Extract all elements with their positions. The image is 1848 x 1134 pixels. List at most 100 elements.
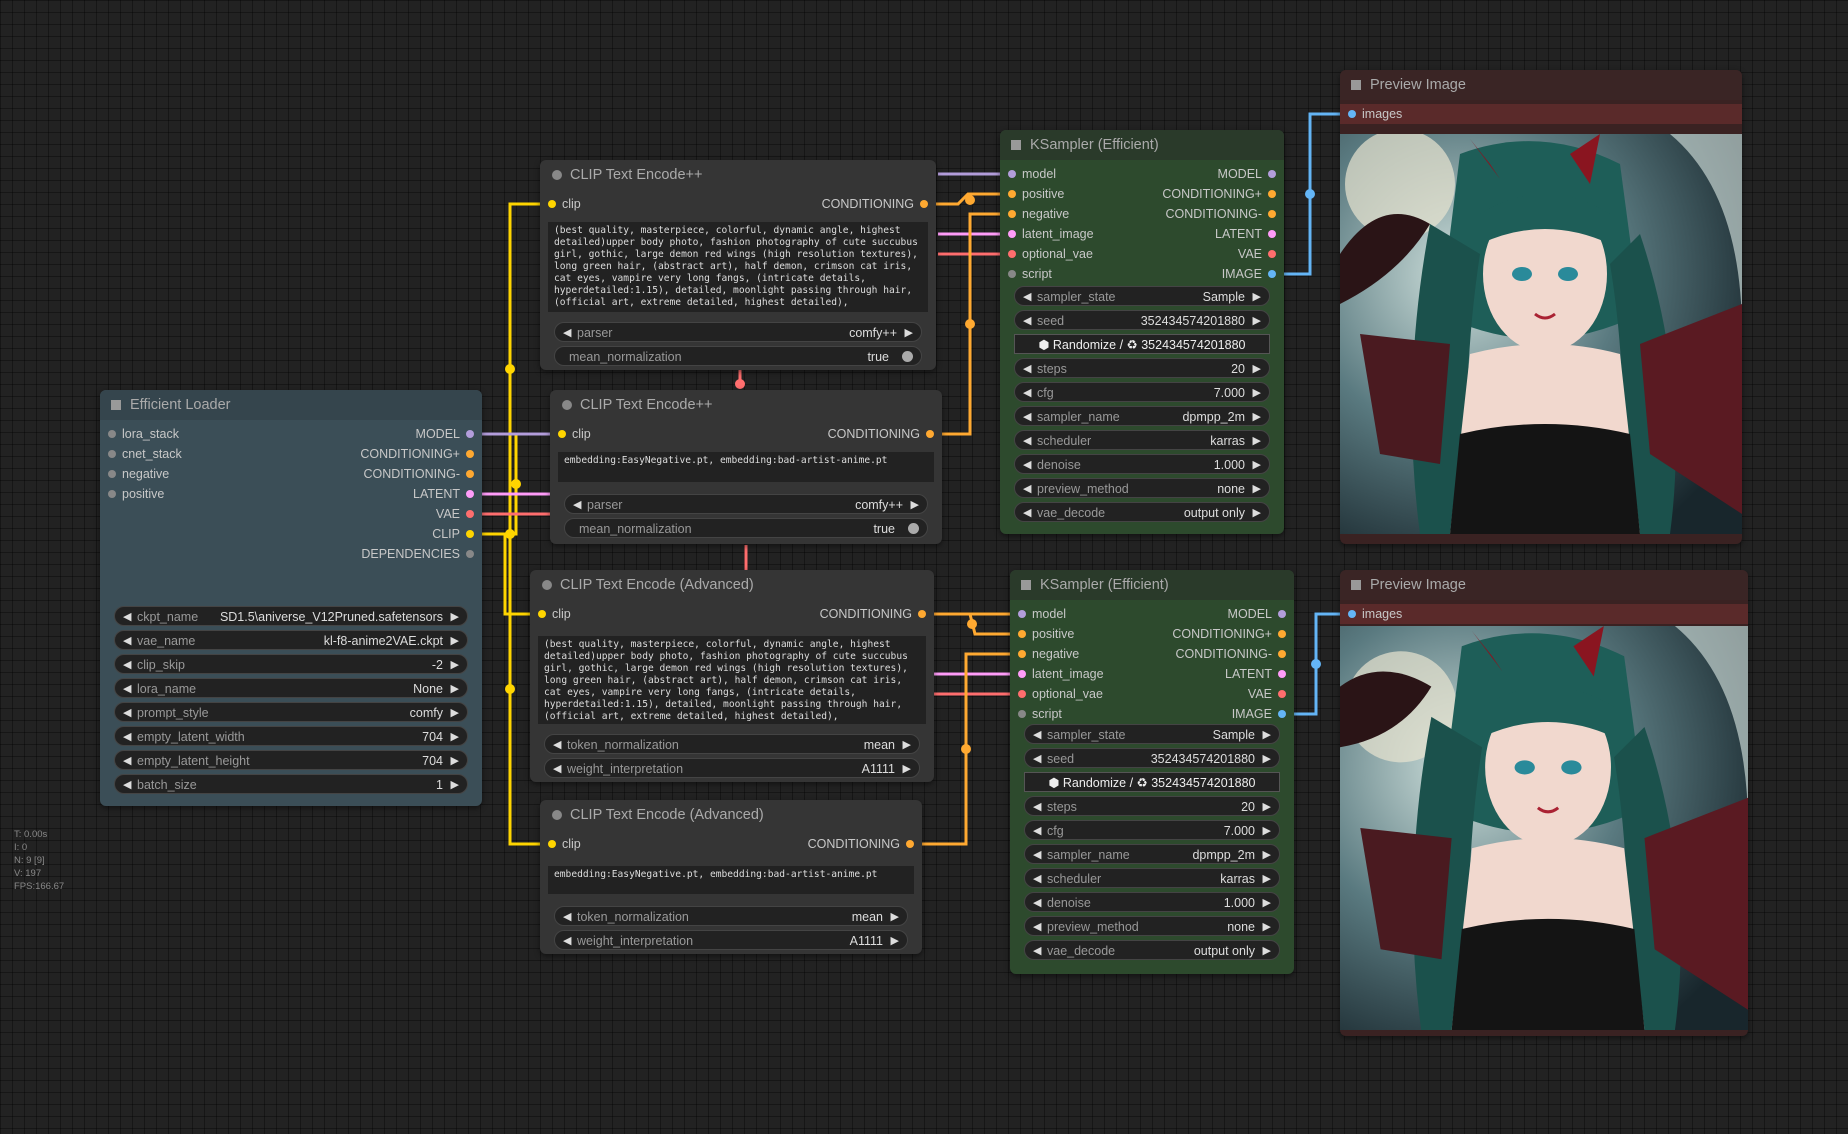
input-script[interactable]: script <box>1010 704 1062 724</box>
arrow-left-icon[interactable]: ◀ <box>1023 455 1031 475</box>
arrow-right-icon[interactable]: ▶ <box>1263 749 1271 769</box>
toggle-mean-normalization[interactable]: mean_normalization true <box>554 346 922 366</box>
widget-cfg[interactable]: ◀ cfg 7.000 ▶ <box>1014 382 1270 402</box>
output-image[interactable]: IMAGE <box>1222 264 1284 284</box>
slot-dot-icon[interactable] <box>548 200 556 208</box>
node-title-bar[interactable]: Efficient Loader <box>100 390 482 420</box>
widget-weight-interpretation[interactable]: ◀ weight_interpretation A1111 ▶ <box>544 758 920 778</box>
output-conditioning-minus[interactable]: CONDITIONING- <box>1175 644 1294 664</box>
arrow-left-icon[interactable]: ◀ <box>1033 941 1041 961</box>
arrow-right-icon[interactable]: ▶ <box>905 323 913 343</box>
node-title-bar[interactable]: CLIP Text Encode (Advanced) <box>530 570 934 600</box>
clip-text-encode-pp-node-positive[interactable]: CLIP Text Encode++ clip CONDITIONING (be… <box>540 160 936 370</box>
arrow-left-icon[interactable]: ◀ <box>1033 917 1041 937</box>
slot-dot-icon[interactable] <box>466 470 474 478</box>
arrow-left-icon[interactable]: ◀ <box>1023 479 1031 499</box>
arrow-right-icon[interactable]: ▶ <box>903 735 911 755</box>
node-title-bar[interactable]: Preview Image <box>1340 70 1742 100</box>
widget-seed[interactable]: ◀ seed 352434574201880 ▶ <box>1024 748 1280 768</box>
node-title-bar[interactable]: CLIP Text Encode++ <box>540 160 936 190</box>
output-latent[interactable]: LATENT <box>1225 664 1294 684</box>
slot-dot-icon[interactable] <box>920 200 928 208</box>
widget-sampler-name[interactable]: ◀ sampler_name dpmpp_2m ▶ <box>1014 406 1270 426</box>
preview-image-node-1[interactable]: Preview Image images <box>1340 70 1742 544</box>
arrow-right-icon[interactable]: ▶ <box>1253 407 1261 427</box>
widget-vae-name[interactable]: ◀ vae_name kl-f8-anime2VAE.ckpt ▶ <box>114 630 468 650</box>
slot-dot-icon[interactable] <box>1278 690 1286 698</box>
output-model[interactable]: MODEL <box>416 424 482 444</box>
output-conditioning[interactable]: CONDITIONING <box>822 194 936 214</box>
slot-dot-icon[interactable] <box>466 430 474 438</box>
slot-dot-icon[interactable] <box>1268 170 1276 178</box>
widget-parser[interactable]: ◀ parser comfy++ ▶ <box>554 322 922 342</box>
arrow-left-icon[interactable]: ◀ <box>553 759 561 779</box>
input-clip[interactable]: clip <box>530 604 571 624</box>
arrow-right-icon[interactable]: ▶ <box>451 775 459 795</box>
arrow-left-icon[interactable]: ◀ <box>563 907 571 927</box>
arrow-left-icon[interactable]: ◀ <box>123 631 131 651</box>
toggle-knob-icon[interactable] <box>902 351 913 362</box>
slot-dot-icon[interactable] <box>1008 230 1016 238</box>
collapse-icon[interactable] <box>552 810 562 820</box>
input-model[interactable]: model <box>1000 164 1056 184</box>
ksampler-efficient-node-1[interactable]: KSampler (Efficient) model positive nega… <box>1000 130 1284 534</box>
arrow-left-icon[interactable]: ◀ <box>123 703 131 723</box>
slot-dot-icon[interactable] <box>1008 170 1016 178</box>
widget-denoise[interactable]: ◀ denoise 1.000 ▶ <box>1024 892 1280 912</box>
arrow-right-icon[interactable]: ▶ <box>1253 287 1261 307</box>
arrow-right-icon[interactable]: ▶ <box>891 931 899 951</box>
arrow-left-icon[interactable]: ◀ <box>1033 893 1041 913</box>
prompt-textarea[interactable]: (best quality, masterpiece, colorful, dy… <box>548 222 928 312</box>
widget-cfg[interactable]: ◀ cfg 7.000 ▶ <box>1024 820 1280 840</box>
input-clip[interactable]: clip <box>540 194 581 214</box>
arrow-left-icon[interactable]: ◀ <box>563 931 571 951</box>
preview-image[interactable] <box>1340 626 1748 1030</box>
slot-dot-icon[interactable] <box>1278 710 1286 718</box>
output-model[interactable]: MODEL <box>1218 164 1284 184</box>
widget-steps[interactable]: ◀ steps 20 ▶ <box>1024 796 1280 816</box>
output-clip[interactable]: CLIP <box>432 524 482 544</box>
arrow-left-icon[interactable]: ◀ <box>123 655 131 675</box>
widget-preview-method[interactable]: ◀ preview_method none ▶ <box>1014 478 1270 498</box>
input-lora-stack[interactable]: lora_stack <box>100 424 179 444</box>
slot-dot-icon[interactable] <box>466 450 474 458</box>
arrow-right-icon[interactable]: ▶ <box>451 703 459 723</box>
widget-vae-decode[interactable]: ◀ vae_decode output only ▶ <box>1024 940 1280 960</box>
slot-dot-icon[interactable] <box>466 530 474 538</box>
arrow-right-icon[interactable]: ▶ <box>1263 845 1271 865</box>
input-optional-vae[interactable]: optional_vae <box>1010 684 1103 704</box>
widget-scheduler[interactable]: ◀ scheduler karras ▶ <box>1024 868 1280 888</box>
arrow-right-icon[interactable]: ▶ <box>903 759 911 779</box>
prompt-textarea[interactable]: embedding:EasyNegative.pt, embedding:bad… <box>548 866 914 894</box>
input-clip[interactable]: clip <box>550 424 591 444</box>
arrow-left-icon[interactable]: ◀ <box>123 727 131 747</box>
arrow-right-icon[interactable]: ▶ <box>1263 797 1271 817</box>
input-latent-image[interactable]: latent_image <box>1000 224 1094 244</box>
slot-dot-icon[interactable] <box>926 430 934 438</box>
arrow-right-icon[interactable]: ▶ <box>1263 869 1271 889</box>
ksampler-efficient-node-2[interactable]: KSampler (Efficient) model positive nega… <box>1010 570 1294 974</box>
arrow-right-icon[interactable]: ▶ <box>891 907 899 927</box>
output-conditioning-plus[interactable]: CONDITIONING+ <box>360 444 482 464</box>
collapse-icon[interactable] <box>1011 140 1021 150</box>
output-conditioning[interactable]: CONDITIONING <box>820 604 934 624</box>
widget-sampler-name[interactable]: ◀ sampler_name dpmpp_2m ▶ <box>1024 844 1280 864</box>
slot-dot-icon[interactable] <box>1278 670 1286 678</box>
node-title-bar[interactable]: KSampler (Efficient) <box>1000 130 1284 160</box>
arrow-left-icon[interactable]: ◀ <box>1023 359 1031 379</box>
arrow-left-icon[interactable]: ◀ <box>573 495 581 515</box>
widget-seed[interactable]: ◀ seed 352434574201880 ▶ <box>1014 310 1270 330</box>
randomize-seed-button[interactable]: ⬢ Randomize / ♻ 352434574201880 <box>1014 334 1270 354</box>
arrow-left-icon[interactable]: ◀ <box>563 323 571 343</box>
arrow-left-icon[interactable]: ◀ <box>123 679 131 699</box>
slot-dot-icon[interactable] <box>1018 650 1026 658</box>
slot-dot-icon[interactable] <box>1018 690 1026 698</box>
arrow-right-icon[interactable]: ▶ <box>1263 917 1271 937</box>
slot-dot-icon[interactable] <box>918 610 926 618</box>
arrow-right-icon[interactable]: ▶ <box>911 495 919 515</box>
node-title-bar[interactable]: Preview Image <box>1340 570 1748 600</box>
collapse-icon[interactable] <box>542 580 552 590</box>
arrow-right-icon[interactable]: ▶ <box>1253 479 1261 499</box>
arrow-left-icon[interactable]: ◀ <box>1033 845 1041 865</box>
prompt-textarea[interactable]: (best quality, masterpiece, colorful, dy… <box>538 636 926 724</box>
